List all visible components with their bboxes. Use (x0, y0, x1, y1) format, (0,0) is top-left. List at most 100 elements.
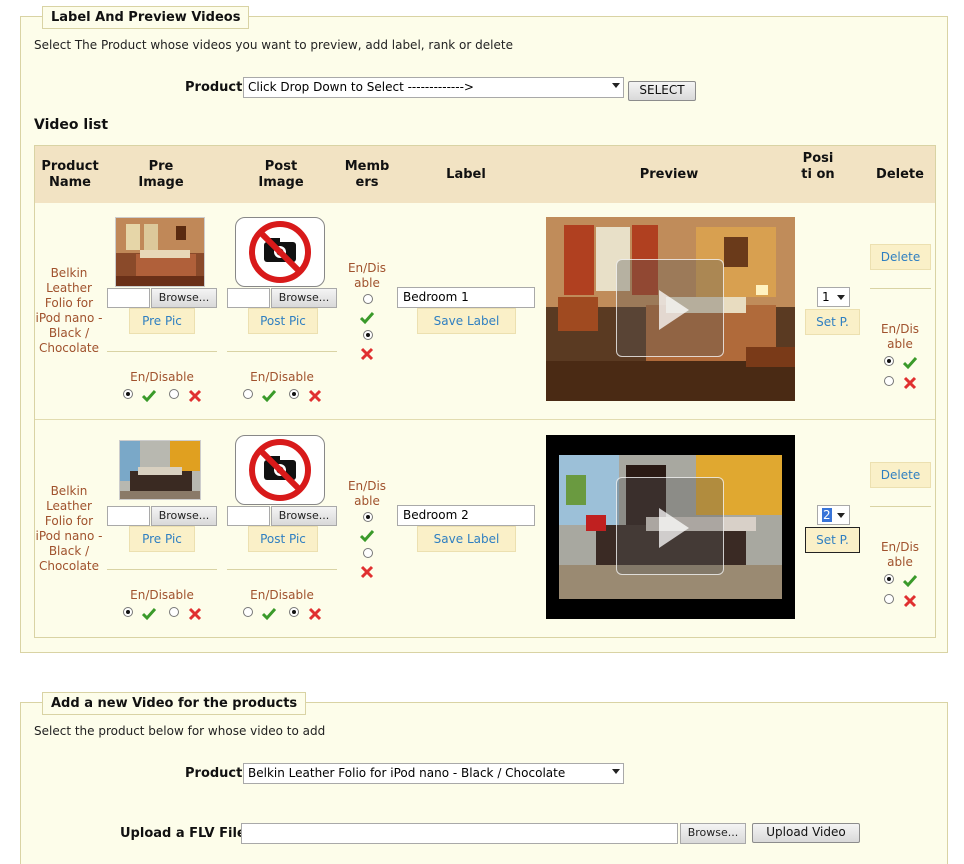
cross-icon (308, 607, 322, 621)
post-enable-radio[interactable] (243, 389, 253, 399)
flv-file-input[interactable] (241, 823, 678, 844)
post-image-browse-button[interactable]: Browse... (271, 288, 337, 308)
pre-endisable-label: En/Disable (130, 588, 194, 602)
post-endisable-label: En/Disable (250, 370, 314, 384)
section-legend: Label And Preview Videos (42, 6, 250, 29)
check-icon (360, 530, 374, 543)
section-intro: Select the product below for whose video… (34, 724, 326, 738)
cross-icon (188, 389, 202, 403)
pre-image-browse-button[interactable]: Browse... (151, 506, 217, 526)
members-enable-radio[interactable] (363, 294, 373, 304)
product-label: Product (185, 80, 243, 95)
check-icon (903, 357, 917, 370)
chevron-down-icon (612, 769, 620, 774)
pre-disable-radio[interactable] (169, 607, 179, 617)
bedroom-photo (120, 441, 200, 499)
play-button[interactable] (616, 259, 724, 357)
table-header: Product Name Pre Image Post Image Memb e… (35, 146, 935, 203)
label-input[interactable]: Bedroom 1 (397, 287, 535, 308)
cross-icon (188, 607, 202, 621)
no-camera-icon (249, 221, 311, 283)
delete-button[interactable]: Delete (870, 462, 931, 488)
save-label-button[interactable]: Save Label (417, 526, 516, 552)
pre-image-thumbnail (115, 217, 205, 287)
post-image-file-input[interactable] (227, 506, 270, 526)
pre-endisable-label: En/Disable (130, 370, 194, 384)
pre-image-thumbnail (119, 440, 201, 500)
row-divider (35, 419, 935, 420)
pre-image-browse-button[interactable]: Browse... (151, 288, 217, 308)
header-delete: Delete (876, 167, 924, 182)
divider (227, 351, 337, 352)
video-preview[interactable] (546, 435, 795, 619)
position-value: 1 (822, 290, 830, 304)
product-select-value: Click Drop Down to Select -------------> (248, 80, 474, 94)
section-legend: Add a new Video for the products (42, 692, 307, 715)
set-position-button[interactable]: Set P. (805, 527, 860, 553)
upload-video-button[interactable]: Upload Video (752, 823, 860, 843)
divider (107, 569, 217, 570)
product-name-cell: Belkin Leather Folio for iPod nano - Bla… (35, 266, 103, 355)
check-icon (142, 390, 156, 403)
pre-enable-radio[interactable] (123, 389, 133, 399)
product-label: Product (185, 766, 243, 781)
cross-icon (308, 389, 322, 403)
chevron-down-icon (612, 83, 620, 88)
delete-disable-radio[interactable] (884, 594, 894, 604)
header-post-image: Post Image (258, 159, 304, 190)
post-image-browse-button[interactable]: Browse... (271, 506, 337, 526)
product-select[interactable]: Click Drop Down to Select -------------> (243, 77, 624, 98)
post-pic-button[interactable]: Post Pic (248, 308, 318, 334)
delete-disable-radio[interactable] (884, 376, 894, 386)
play-icon (659, 508, 689, 548)
no-camera-icon (249, 439, 311, 501)
pre-disable-radio[interactable] (169, 389, 179, 399)
flv-browse-button[interactable]: Browse... (680, 823, 746, 844)
chevron-down-icon (837, 295, 845, 300)
post-pic-button[interactable]: Post Pic (248, 526, 318, 552)
video-preview[interactable] (546, 217, 795, 401)
label-input[interactable]: Bedroom 2 (397, 505, 535, 526)
position-select[interactable]: 1 (817, 287, 850, 307)
check-icon (262, 608, 276, 621)
pre-image-file-input[interactable] (107, 288, 150, 308)
header-pre-image: Pre Image (138, 159, 184, 190)
product-name-cell: Belkin Leather Folio for iPod nano - Bla… (35, 484, 103, 573)
pre-image-file-input[interactable] (107, 506, 150, 526)
header-product-name: Product Name (41, 159, 99, 190)
delete-button[interactable]: Delete (870, 244, 931, 270)
members-disable-radio[interactable] (363, 330, 373, 340)
section-intro: Select The Product whose videos you want… (34, 38, 513, 52)
position-select[interactable]: 2 (817, 505, 850, 525)
pre-pic-button[interactable]: Pre Pic (129, 308, 195, 334)
set-position-button[interactable]: Set P. (805, 309, 860, 335)
cross-icon (903, 594, 917, 608)
chevron-down-icon (837, 513, 845, 518)
cross-icon (360, 565, 374, 579)
header-position: Posi ti on (801, 151, 835, 182)
post-image-file-input[interactable] (227, 288, 270, 308)
delete-enable-radio[interactable] (884, 356, 894, 366)
post-disable-radio[interactable] (289, 607, 299, 617)
post-disable-radio[interactable] (289, 389, 299, 399)
upload-label: Upload a FLV File (120, 826, 246, 841)
check-icon (360, 312, 374, 325)
post-enable-radio[interactable] (243, 607, 253, 617)
members-disable-radio[interactable] (363, 548, 373, 558)
save-label-button[interactable]: Save Label (417, 308, 516, 334)
divider (227, 569, 337, 570)
members-enable-radio[interactable] (363, 512, 373, 522)
play-button[interactable] (616, 477, 724, 575)
pre-pic-button[interactable]: Pre Pic (129, 526, 195, 552)
select-button[interactable]: SELECT (628, 81, 696, 101)
no-photo-thumbnail (235, 435, 325, 505)
product-select-value: Belkin Leather Folio for iPod nano - Bla… (248, 766, 566, 780)
product-select[interactable]: Belkin Leather Folio for iPod nano - Bla… (243, 763, 624, 784)
delete-enable-radio[interactable] (884, 574, 894, 584)
delete-endisable-label: En/Dis able (880, 322, 920, 351)
pre-enable-radio[interactable] (123, 607, 133, 617)
members-endisable-label: En/Dis able (347, 479, 387, 508)
header-preview: Preview (639, 167, 699, 182)
check-icon (903, 575, 917, 588)
position-value: 2 (822, 508, 832, 522)
